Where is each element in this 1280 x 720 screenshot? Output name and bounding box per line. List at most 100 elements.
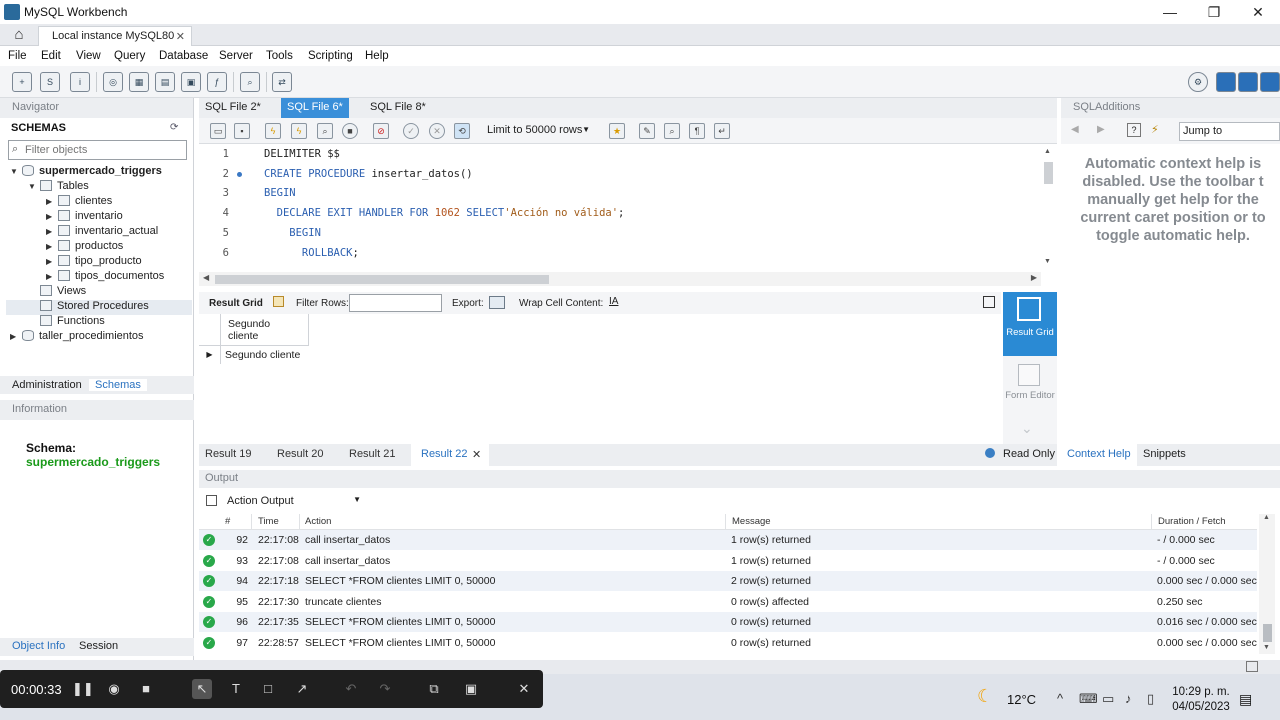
output-row[interactable]: ✓ 97 22:28:57 SELECT *FROM clientes LIMIT 0… <box>199 633 1257 653</box>
auto-help-icon[interactable]: ⚡ <box>1151 123 1165 137</box>
undo-icon[interactable]: ↶ <box>341 679 361 699</box>
stop-icon[interactable]: ■ <box>342 123 358 139</box>
wrap-lines-icon[interactable]: ↵ <box>714 123 730 139</box>
execute-icon[interactable]: ϟ <box>265 123 281 139</box>
save-screenshot-icon[interactable]: ▣ <box>461 679 481 699</box>
tab-administration[interactable]: Administration <box>12 379 82 391</box>
menu-database[interactable]: Database <box>159 50 208 62</box>
menu-file[interactable]: File <box>8 50 27 62</box>
copy-icon[interactable] <box>206 495 217 506</box>
connection-tab[interactable]: Local instance MySQL80 ✕ <box>38 26 192 46</box>
save-icon[interactable]: ▪ <box>234 123 250 139</box>
minimize-button[interactable]: — <box>1148 0 1192 24</box>
pause-icon[interactable]: ❚❚ <box>72 679 94 699</box>
code-line[interactable]: 5 BEGIN <box>199 227 1039 247</box>
wrap-cell-icon[interactable]: IA <box>609 296 618 307</box>
tree-functions[interactable]: Functions <box>28 315 105 330</box>
tab-object-info[interactable]: Object Info <box>12 640 65 652</box>
forward-icon[interactable]: ▶ <box>1097 124 1105 135</box>
output-column-header[interactable]: Action <box>305 516 331 527</box>
find-icon[interactable]: ⌕ <box>664 123 680 139</box>
output-row[interactable]: ✓ 94 22:17:18 SELECT *FROM clientes LIMIT 0… <box>199 571 1257 592</box>
code-line[interactable]: 2 CREATE PROCEDURE insertar_datos() <box>199 168 1039 188</box>
tree-schema-taller[interactable]: ▶ taller_procedimientos <box>10 330 144 345</box>
tab-result-21[interactable]: Result 21 <box>349 448 395 460</box>
toggle-error-icon[interactable]: ⊘ <box>373 123 389 139</box>
tree-table-item[interactable]: ▶ clientes <box>46 195 112 210</box>
toggle-result-panel-icon[interactable] <box>983 296 995 308</box>
form-editor-button[interactable]: Form Editor <box>1003 360 1057 414</box>
tab-context-help[interactable]: Context Help <box>1067 448 1131 460</box>
tree-schema-supermercado[interactable]: ▼ supermercado_triggers <box>10 165 162 180</box>
rollback-icon[interactable]: ✕ <box>429 123 445 139</box>
export-icon[interactable] <box>489 296 505 309</box>
settings-gear-icon[interactable]: ⚙ <box>1188 72 1208 92</box>
show-hidden-icons-icon[interactable]: ^ <box>1057 691 1063 706</box>
pointer-tool-icon[interactable]: ↖ <box>192 679 212 699</box>
code-line[interactable]: 4 DECLARE EXIT HANDLER FOR 1062 SELECT'A… <box>199 207 1039 227</box>
tab-result-19[interactable]: Result 19 <box>205 448 251 460</box>
menu-view[interactable]: View <box>76 50 101 62</box>
commit-icon[interactable]: ✓ <box>403 123 419 139</box>
expand-arrow-icon[interactable]: ▶ <box>46 227 58 236</box>
reconnect-icon[interactable]: ⇄ <box>272 72 292 92</box>
invisible-chars-icon[interactable]: ¶ <box>689 123 705 139</box>
expand-arrow-icon[interactable]: ▶ <box>46 242 58 251</box>
tree-table-item[interactable]: ▶ inventario_actual <box>46 225 158 240</box>
output-column-header[interactable]: Message <box>732 516 771 527</box>
grid-view-icon[interactable] <box>273 296 284 307</box>
toggle-output-icon[interactable] <box>1238 72 1258 92</box>
code-line[interactable]: 3 BEGIN <box>199 187 1039 207</box>
weather-moon-icon[interactable]: ☾ <box>977 686 993 707</box>
toggle-sidebar-icon[interactable] <box>1216 72 1236 92</box>
output-row[interactable]: ✓ 95 22:17:30 truncate clientes 0 row(s) aff… <box>199 592 1257 612</box>
output-scrollbar[interactable]: ▲ ▼ <box>1259 514 1275 654</box>
menu-server[interactable]: Server <box>219 50 253 62</box>
battery-icon[interactable]: ▯ <box>1147 691 1154 707</box>
close-result-tab-icon[interactable]: ✕ <box>472 448 481 461</box>
search-table-data-icon[interactable]: ⌕ <box>240 72 260 92</box>
menu-query[interactable]: Query <box>114 50 145 62</box>
open-file-icon[interactable]: ▭ <box>210 123 226 139</box>
sql-code-editor[interactable]: 1 DELIMITER $$ 2 CREATE PROCEDURE insertar_… <box>199 144 1057 272</box>
menu-tools[interactable]: Tools <box>266 50 293 62</box>
filter-objects-box[interactable]: ⌕ <box>8 140 187 160</box>
tab-sql-file-6[interactable]: SQL File 6* <box>281 98 349 118</box>
expand-arrow-icon[interactable]: ▶ <box>46 257 58 266</box>
tree-table-item[interactable]: ▶ tipo_producto <box>46 255 142 270</box>
new-sql-tab-icon[interactable]: + <box>12 72 32 92</box>
tree-tables[interactable]: ▼ Tables <box>28 180 89 195</box>
output-column-header[interactable]: Duration / Fetch <box>1158 516 1226 527</box>
copy-screenshot-icon[interactable]: ⧉ <box>424 679 444 699</box>
menu-help[interactable]: Help <box>365 50 389 62</box>
result-grid-button[interactable]: Result Grid <box>1003 292 1057 356</box>
arrow-tool-icon[interactable]: ↗ <box>292 679 312 699</box>
tree-views[interactable]: Views <box>28 285 86 300</box>
menu-scripting[interactable]: Scripting <box>308 50 353 62</box>
expand-arrow-icon[interactable]: ▼ <box>10 167 22 176</box>
close-tab-icon[interactable]: ✕ <box>176 30 185 43</box>
tab-session[interactable]: Session <box>79 640 118 652</box>
beautify-icon[interactable]: ✎ <box>639 123 655 139</box>
expand-arrow-icon[interactable]: ▼ <box>28 182 40 191</box>
add-snippet-icon[interactable]: ★ <box>609 123 625 139</box>
execute-current-icon[interactable]: ϟ <box>291 123 307 139</box>
expand-arrow-icon[interactable]: ▶ <box>46 272 58 281</box>
grid-column-header[interactable]: Segundo cliente <box>228 318 298 342</box>
explain-icon[interactable]: ⌕ <box>317 123 333 139</box>
tab-sql-file-8[interactable]: SQL File 8* <box>364 98 432 118</box>
autocommit-icon[interactable]: ⟲ <box>454 123 470 139</box>
limit-rows-select[interactable]: Limit to 50000 rows ▼ <box>482 122 594 140</box>
tab-schemas[interactable]: Schemas <box>89 379 147 391</box>
output-row[interactable]: ✓ 92 22:17:08 call insertar_datos 1 row(s) r… <box>199 530 1257 550</box>
tab-snippets[interactable]: Snippets <box>1143 448 1186 460</box>
status-toggle-icon[interactable] <box>1246 661 1258 672</box>
open-sql-script-icon[interactable]: S <box>40 72 60 92</box>
clock[interactable]: 10:29 p. m. 04/05/2023 <box>1169 685 1233 715</box>
back-icon[interactable]: ◀ <box>1071 124 1079 135</box>
output-mode-select[interactable]: Action Output ▼ <box>227 495 361 507</box>
editor-horizontal-scrollbar[interactable]: ◀ ▶ <box>199 272 1041 286</box>
toggle-secondary-sidebar-icon[interactable] <box>1260 72 1280 92</box>
create-view-icon[interactable]: ▤ <box>155 72 175 92</box>
output-row[interactable]: ✓ 93 22:17:08 call insertar_datos 1 row(s) r… <box>199 551 1257 571</box>
